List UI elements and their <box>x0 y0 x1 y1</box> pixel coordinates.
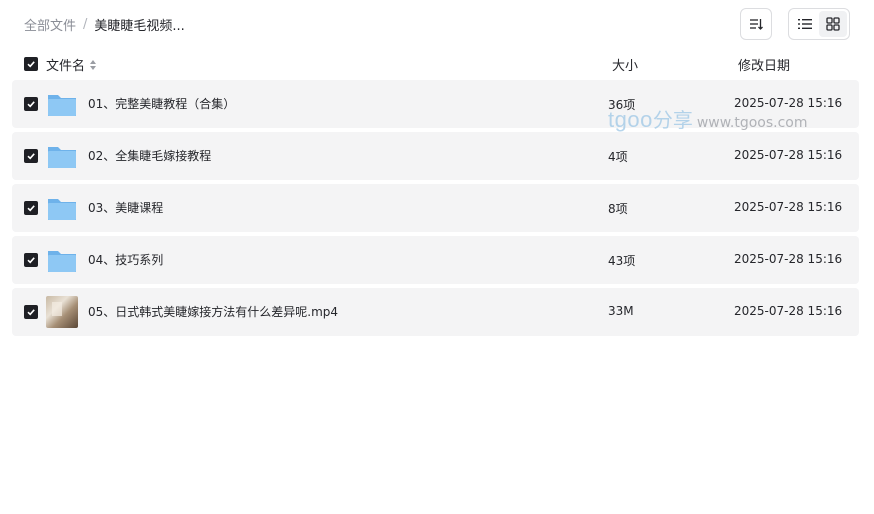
file-row[interactable]: 03、美睫课程 8项 2025-07-28 15:16 <box>12 184 859 232</box>
check-icon <box>27 101 35 108</box>
folder-icon <box>48 251 76 272</box>
sort-icon <box>750 19 763 30</box>
file-row[interactable]: 05、日式韩式美睫嫁接方法有什么差异呢.mp4 33M 2025-07-28 1… <box>12 288 859 336</box>
column-size-header[interactable]: 大小 <box>612 55 638 74</box>
check-icon <box>27 309 35 316</box>
file-name[interactable]: 04、技巧系列 <box>88 251 163 268</box>
file-modified: 2025-07-28 15:16 <box>734 200 843 214</box>
file-size: 43项 <box>608 254 636 268</box>
sort-toggle-icon <box>90 59 97 70</box>
breadcrumb-current: 美睫睫毛视频... <box>94 18 185 34</box>
row-checkbox[interactable] <box>24 253 38 267</box>
check-icon <box>27 257 35 264</box>
list-view-icon <box>798 19 812 29</box>
breadcrumb: 全部文件 / 美睫睫毛视频... <box>24 14 185 34</box>
column-modified-header[interactable]: 修改日期 <box>738 55 790 74</box>
select-all-checkbox[interactable] <box>24 57 38 71</box>
file-row[interactable]: 02、全集睫毛嫁接教程 4项 2025-07-28 15:16 <box>12 132 859 180</box>
column-name-header[interactable]: 文件名 <box>46 55 97 74</box>
folder-icon <box>48 147 76 168</box>
file-list-header: 文件名 大小 修改日期 <box>24 54 858 74</box>
view-toggle <box>788 8 850 40</box>
file-name[interactable]: 03、美睫课程 <box>88 199 163 216</box>
row-checkbox[interactable] <box>24 149 38 163</box>
file-modified: 2025-07-28 15:16 <box>734 252 843 266</box>
file-row[interactable]: 04、技巧系列 43项 2025-07-28 15:16 <box>12 236 859 284</box>
file-name[interactable]: 01、完整美睫教程（合集） <box>88 95 235 112</box>
check-icon <box>27 205 35 212</box>
file-size: 8项 <box>608 202 628 216</box>
file-row[interactable]: 01、完整美睫教程（合集） 36项 2025-07-28 15:16 <box>12 80 859 128</box>
file-size: 4项 <box>608 150 628 164</box>
row-checkbox[interactable] <box>24 201 38 215</box>
row-checkbox[interactable] <box>24 305 38 319</box>
grid-view-icon <box>826 17 840 31</box>
check-icon <box>27 153 35 160</box>
grid-view-button[interactable] <box>819 11 847 37</box>
folder-icon <box>48 95 76 116</box>
file-name[interactable]: 05、日式韩式美睫嫁接方法有什么差异呢.mp4 <box>88 303 338 320</box>
file-modified: 2025-07-28 15:16 <box>734 304 843 318</box>
sort-button[interactable] <box>740 8 772 40</box>
row-checkbox[interactable] <box>24 97 38 111</box>
file-size: 36项 <box>608 98 636 112</box>
breadcrumb-root[interactable]: 全部文件 <box>24 15 76 34</box>
breadcrumb-separator: / <box>83 16 88 32</box>
file-list: 01、完整美睫教程（合集） 36项 2025-07-28 15:16 02、全集… <box>12 80 859 340</box>
file-size: 33M <box>608 304 634 318</box>
folder-icon <box>48 199 76 220</box>
column-name-label: 文件名 <box>46 59 86 74</box>
list-view-button[interactable] <box>791 11 819 37</box>
file-modified: 2025-07-28 15:16 <box>734 148 843 162</box>
file-name[interactable]: 02、全集睫毛嫁接教程 <box>88 147 211 164</box>
video-thumbnail <box>46 296 78 328</box>
file-modified: 2025-07-28 15:16 <box>734 96 843 110</box>
check-icon <box>27 61 35 68</box>
